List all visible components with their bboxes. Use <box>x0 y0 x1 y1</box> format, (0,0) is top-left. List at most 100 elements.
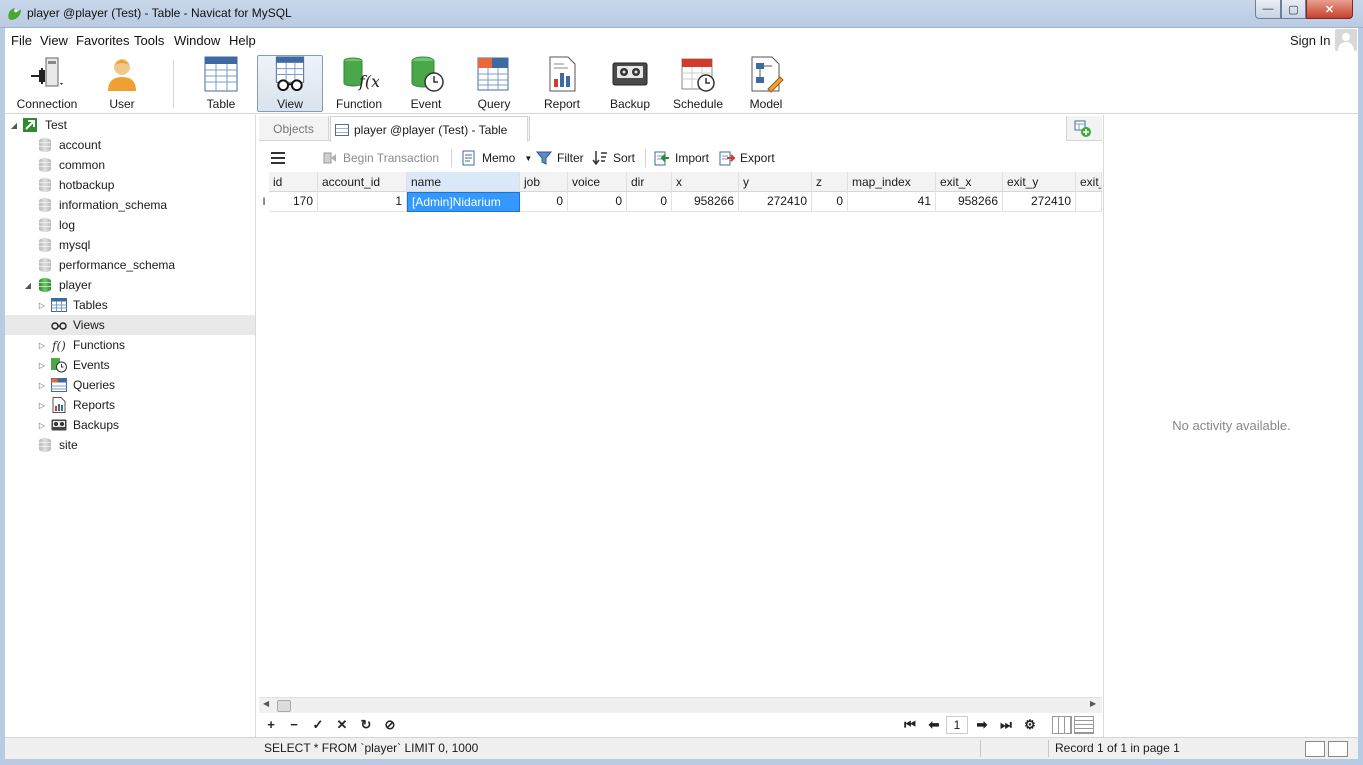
tree-db-common[interactable]: common <box>5 155 255 175</box>
previous-page-icon[interactable]: ⬅ <box>926 717 942 733</box>
column-header-exit-y[interactable]: exit_y <box>1003 172 1076 192</box>
collapse-arrow-icon[interactable]: ◢ <box>9 120 19 130</box>
menu-favorites[interactable]: Favorites <box>76 33 129 48</box>
column-header-name[interactable]: name <box>407 172 520 192</box>
column-header-exit-x[interactable]: exit_x <box>936 172 1003 192</box>
tree-views[interactable]: Views <box>5 315 255 335</box>
last-page-icon[interactable]: ⏭ <box>998 717 1014 733</box>
tree-db-performance-schema[interactable]: performance_schema <box>5 255 255 275</box>
scroll-right-arrow-icon[interactable]: ▶ <box>1090 699 1096 708</box>
column-header-map-index[interactable]: map_index <box>848 172 936 192</box>
column-header-id[interactable]: id <box>269 172 318 192</box>
memo-button[interactable]: Memo ▼ <box>461 150 532 166</box>
table-cell-x[interactable]: 958266 <box>672 192 739 212</box>
backup-button[interactable]: Backup <box>607 55 653 112</box>
table-cell-name-selected[interactable]: [Admin]Nidarium <box>407 192 520 212</box>
refresh-icon[interactable]: ↻ <box>358 717 374 733</box>
table-cell-account-id[interactable]: 1 <box>318 192 407 212</box>
hamburger-menu-icon[interactable] <box>271 151 285 165</box>
begin-transaction-button[interactable]: Begin Transaction <box>322 150 439 166</box>
next-page-icon[interactable]: ➡ <box>974 717 990 733</box>
discard-changes-x-icon[interactable]: ✕ <box>334 717 350 733</box>
table-cell-exit-x[interactable]: 958266 <box>936 192 1003 212</box>
column-header-x[interactable]: x <box>672 172 739 192</box>
tab-player-table[interactable]: player @player (Test) - Table <box>330 116 528 142</box>
expand-arrow-icon[interactable]: ▷ <box>37 360 47 370</box>
toggle-info-pane-icon[interactable] <box>1328 741 1348 757</box>
tree-backups[interactable]: ▷ Backups <box>5 415 255 435</box>
menu-view[interactable]: View <box>40 33 68 48</box>
table-cell-voice[interactable]: 0 <box>568 192 627 212</box>
form-view-toggle-icon[interactable] <box>1074 716 1094 734</box>
data-grid[interactable]: id account_id name job voice dir x y z m… <box>259 172 1102 696</box>
horizontal-scrollbar[interactable]: ◀ ▶ <box>259 697 1102 713</box>
report-button[interactable]: Report <box>539 55 585 112</box>
scroll-thumb[interactable] <box>277 700 291 712</box>
tree-db-hotbackup[interactable]: hotbackup <box>5 175 255 195</box>
menu-window[interactable]: Window <box>174 33 220 48</box>
delete-record-minus-icon[interactable]: − <box>286 717 302 733</box>
event-button[interactable]: Event <box>403 55 449 112</box>
table-cell-exit-truncated[interactable] <box>1076 192 1102 212</box>
column-header-y[interactable]: y <box>739 172 812 192</box>
maximize-button[interactable]: ▢ <box>1281 0 1306 19</box>
column-header-job[interactable]: job <box>520 172 568 192</box>
expand-arrow-icon[interactable]: ▷ <box>37 380 47 390</box>
settings-gear-icon[interactable]: ⚙ <box>1022 717 1038 733</box>
column-header-exit-truncated[interactable]: exit_ <box>1076 172 1102 192</box>
tab-objects[interactable]: Objects <box>259 116 329 141</box>
table-cell-y[interactable]: 272410 <box>739 192 812 212</box>
model-button[interactable]: Model <box>743 55 789 112</box>
tree-db-site[interactable]: site <box>5 435 255 455</box>
table-cell-exit-y[interactable]: 272410 <box>1003 192 1076 212</box>
minimize-button[interactable]: — <box>1255 0 1281 19</box>
tree-db-information-schema[interactable]: information_schema <box>5 195 255 215</box>
table-cell-job[interactable]: 0 <box>520 192 568 212</box>
query-button[interactable]: Query <box>471 55 517 112</box>
tree-tables[interactable]: ▷ Tables <box>5 295 255 315</box>
column-header-account-id[interactable]: account_id <box>318 172 407 192</box>
page-number-field[interactable]: 1 <box>946 716 968 734</box>
apply-changes-check-icon[interactable]: ✓ <box>310 717 326 733</box>
sort-button[interactable]: Sort <box>592 150 635 166</box>
tree-events[interactable]: ▷ Events <box>5 355 255 375</box>
expand-arrow-icon[interactable]: ▷ <box>37 340 47 350</box>
menu-file[interactable]: File <box>11 33 32 48</box>
function-button[interactable]: f(x) Function <box>331 55 387 112</box>
column-header-z[interactable]: z <box>812 172 848 192</box>
close-button[interactable]: ✕ <box>1306 0 1353 19</box>
tree-db-log[interactable]: log <box>5 215 255 235</box>
user-avatar-icon[interactable] <box>1335 29 1357 51</box>
export-button[interactable]: Export <box>719 150 775 166</box>
schedule-button[interactable]: Schedule <box>671 55 725 112</box>
grid-view-toggle-icon[interactable] <box>1052 716 1072 734</box>
tree-queries[interactable]: ▷ Queries <box>5 375 255 395</box>
view-button[interactable]: View <box>257 55 323 112</box>
menu-tools[interactable]: Tools <box>134 33 164 48</box>
table-cell-z[interactable]: 0 <box>812 192 848 212</box>
collapse-arrow-icon[interactable]: ◢ <box>23 280 33 290</box>
expand-arrow-icon[interactable]: ▷ <box>37 400 47 410</box>
filter-button[interactable]: Filter <box>536 150 584 166</box>
tree-connection-test[interactable]: ◢ Test <box>5 115 255 135</box>
table-cell-map-index[interactable]: 41 <box>848 192 936 212</box>
import-button[interactable]: Import <box>654 150 709 166</box>
table-button[interactable]: Table <box>193 55 249 112</box>
first-page-icon[interactable]: ⏮ <box>902 717 918 733</box>
new-tab-plus-icon[interactable] <box>1074 120 1092 138</box>
scroll-left-arrow-icon[interactable]: ◀ <box>263 699 269 708</box>
expand-arrow-icon[interactable]: ▷ <box>37 300 47 310</box>
table-cell-dir[interactable]: 0 <box>627 192 672 212</box>
tree-db-player[interactable]: ◢ player <box>5 275 255 295</box>
add-record-plus-icon[interactable]: + <box>263 717 279 733</box>
stop-icon[interactable]: ⊘ <box>382 717 398 733</box>
tree-reports[interactable]: ▷ Reports <box>5 395 255 415</box>
column-header-voice[interactable]: voice <box>568 172 627 192</box>
tree-db-account[interactable]: account <box>5 135 255 155</box>
connection-button[interactable]: Connection <box>12 55 82 112</box>
tree-functions[interactable]: ▷ f() Functions <box>5 335 255 355</box>
user-button[interactable]: User <box>99 55 145 112</box>
sign-in-link[interactable]: Sign In <box>1290 33 1330 48</box>
table-cell-id[interactable]: 170 <box>269 192 318 212</box>
expand-arrow-icon[interactable]: ▷ <box>37 420 47 430</box>
